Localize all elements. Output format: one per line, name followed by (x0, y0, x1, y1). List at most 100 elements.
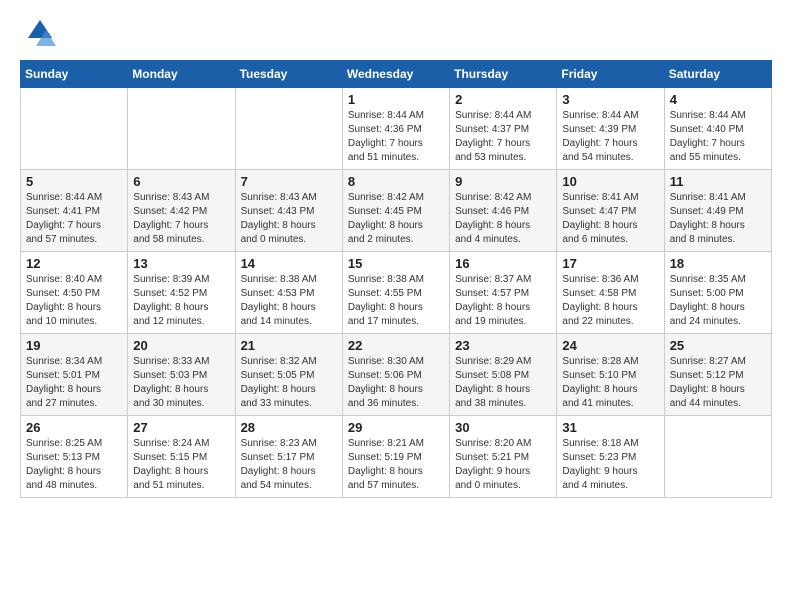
calendar-cell: 31 Sunrise: 8:18 AM Sunset: 5:23 PM Dayli… (557, 416, 664, 498)
week-row: 19 Sunrise: 8:34 AM Sunset: 5:01 PM Dayli… (21, 334, 772, 416)
day-info: Sunrise: 8:21 AM Sunset: 5:19 PM Dayligh… (348, 437, 444, 493)
day-number: 11 (670, 174, 766, 189)
calendar-cell: 3Sunrise: 8:44 AM Sunset: 4:39 PM Daylig… (557, 88, 664, 170)
day-info: Sunrise: 8:35 AM Sunset: 5:00 PM Dayligh… (670, 273, 766, 329)
day-info: Sunrise: 8:41 AM Sunset: 4:47 PM Dayligh… (562, 191, 658, 247)
logo (20, 16, 58, 52)
day-info: Sunrise: 8:24 AM Sunset: 5:15 PM Dayligh… (133, 437, 229, 493)
day-number: 1 (348, 92, 444, 107)
day-info: Sunrise: 8:29 AM Sunset: 5:08 PM Dayligh… (455, 355, 551, 411)
header-row: SundayMondayTuesdayWednesdayThursdayFrid… (21, 61, 772, 88)
weekday-header: Friday (557, 61, 664, 88)
calendar-cell: 4 Sunrise: 8:44 AM Sunset: 4:40 PM Daylig… (664, 88, 771, 170)
calendar-cell: 27 Sunrise: 8:24 AM Sunset: 5:15 PM Dayli… (128, 416, 235, 498)
calendar-cell: 6 Sunrise: 8:43 AM Sunset: 4:42 PM Daylig… (128, 170, 235, 252)
day-number: 6 (133, 174, 229, 189)
day-info: Sunrise: 8:20 AM Sunset: 5:21 PM Dayligh… (455, 437, 551, 493)
calendar-cell: 10 Sunrise: 8:41 AM Sunset: 4:47 PM Dayli… (557, 170, 664, 252)
day-number: 22 (348, 338, 444, 353)
calendar-cell: 12 Sunrise: 8:40 AM Sunset: 4:50 PM Dayli… (21, 252, 128, 334)
day-info: Sunrise: 8:28 AM Sunset: 5:10 PM Dayligh… (562, 355, 658, 411)
day-info: Sunrise: 8:18 AM Sunset: 5:23 PM Dayligh… (562, 437, 658, 493)
weekday-header: Wednesday (342, 61, 449, 88)
day-number: 29 (348, 420, 444, 435)
day-info: Sunrise: 8:44 AM Sunset: 4:37 PM Dayligh… (455, 109, 551, 165)
week-row: 1 Sunrise: 8:44 AM Sunset: 4:36 PM Daylig… (21, 88, 772, 170)
calendar-cell (664, 416, 771, 498)
day-number: 21 (241, 338, 337, 353)
weekday-header: Tuesday (235, 61, 342, 88)
day-number: 27 (133, 420, 229, 435)
day-info: Sunrise: 8:39 AM Sunset: 4:52 PM Dayligh… (133, 273, 229, 329)
day-number: 17 (562, 256, 658, 271)
day-info: Sunrise: 8:25 AM Sunset: 5:13 PM Dayligh… (26, 437, 122, 493)
calendar-cell: 15Sunrise: 8:38 AM Sunset: 4:55 PM Dayli… (342, 252, 449, 334)
day-number: 28 (241, 420, 337, 435)
day-number: 16 (455, 256, 551, 271)
day-info: Sunrise: 8:42 AM Sunset: 4:46 PM Dayligh… (455, 191, 551, 247)
calendar-cell: 13 Sunrise: 8:39 AM Sunset: 4:52 PM Dayli… (128, 252, 235, 334)
day-number: 10 (562, 174, 658, 189)
calendar-cell: 16 Sunrise: 8:37 AM Sunset: 4:57 PM Dayli… (450, 252, 557, 334)
calendar-cell: 9Sunrise: 8:42 AM Sunset: 4:46 PM Daylig… (450, 170, 557, 252)
day-number: 2 (455, 92, 551, 107)
day-info: Sunrise: 8:34 AM Sunset: 5:01 PM Dayligh… (26, 355, 122, 411)
weekday-header: Monday (128, 61, 235, 88)
day-info: Sunrise: 8:43 AM Sunset: 4:42 PM Dayligh… (133, 191, 229, 247)
calendar-cell: 21 Sunrise: 8:32 AM Sunset: 5:05 PM Dayli… (235, 334, 342, 416)
week-row: 5 Sunrise: 8:44 AM Sunset: 4:41 PM Daylig… (21, 170, 772, 252)
calendar-cell: 14Sunrise: 8:38 AM Sunset: 4:53 PM Dayli… (235, 252, 342, 334)
day-number: 12 (26, 256, 122, 271)
day-number: 19 (26, 338, 122, 353)
week-row: 12 Sunrise: 8:40 AM Sunset: 4:50 PM Dayli… (21, 252, 772, 334)
calendar-cell: 24 Sunrise: 8:28 AM Sunset: 5:10 PM Dayli… (557, 334, 664, 416)
day-number: 26 (26, 420, 122, 435)
calendar-cell (235, 88, 342, 170)
day-number: 24 (562, 338, 658, 353)
day-info: Sunrise: 8:44 AM Sunset: 4:40 PM Dayligh… (670, 109, 766, 165)
calendar-cell: 28Sunrise: 8:23 AM Sunset: 5:17 PM Dayli… (235, 416, 342, 498)
day-info: Sunrise: 8:38 AM Sunset: 4:55 PM Dayligh… (348, 273, 444, 329)
calendar-cell: 29 Sunrise: 8:21 AM Sunset: 5:19 PM Dayli… (342, 416, 449, 498)
calendar-cell: 8 Sunrise: 8:42 AM Sunset: 4:45 PM Daylig… (342, 170, 449, 252)
calendar-cell: 17 Sunrise: 8:36 AM Sunset: 4:58 PM Dayli… (557, 252, 664, 334)
day-number: 4 (670, 92, 766, 107)
week-row: 26 Sunrise: 8:25 AM Sunset: 5:13 PM Dayli… (21, 416, 772, 498)
day-number: 13 (133, 256, 229, 271)
logo-icon (20, 16, 56, 52)
day-info: Sunrise: 8:37 AM Sunset: 4:57 PM Dayligh… (455, 273, 551, 329)
calendar-cell: 5 Sunrise: 8:44 AM Sunset: 4:41 PM Daylig… (21, 170, 128, 252)
weekday-header: Sunday (21, 61, 128, 88)
calendar-cell: 26 Sunrise: 8:25 AM Sunset: 5:13 PM Dayli… (21, 416, 128, 498)
calendar-cell: 20 Sunrise: 8:33 AM Sunset: 5:03 PM Dayli… (128, 334, 235, 416)
day-number: 18 (670, 256, 766, 271)
day-number: 5 (26, 174, 122, 189)
calendar-cell: 1 Sunrise: 8:44 AM Sunset: 4:36 PM Daylig… (342, 88, 449, 170)
weekday-header: Saturday (664, 61, 771, 88)
calendar-cell (21, 88, 128, 170)
day-info: Sunrise: 8:44 AM Sunset: 4:39 PM Dayligh… (562, 109, 658, 165)
day-number: 31 (562, 420, 658, 435)
day-info: Sunrise: 8:32 AM Sunset: 5:05 PM Dayligh… (241, 355, 337, 411)
calendar-cell: 25Sunrise: 8:27 AM Sunset: 5:12 PM Dayli… (664, 334, 771, 416)
day-number: 30 (455, 420, 551, 435)
calendar-cell: 18 Sunrise: 8:35 AM Sunset: 5:00 PM Dayli… (664, 252, 771, 334)
day-number: 23 (455, 338, 551, 353)
day-info: Sunrise: 8:43 AM Sunset: 4:43 PM Dayligh… (241, 191, 337, 247)
day-info: Sunrise: 8:41 AM Sunset: 4:49 PM Dayligh… (670, 191, 766, 247)
day-number: 20 (133, 338, 229, 353)
day-number: 7 (241, 174, 337, 189)
calendar-table: SundayMondayTuesdayWednesdayThursdayFrid… (20, 60, 772, 498)
day-info: Sunrise: 8:44 AM Sunset: 4:41 PM Dayligh… (26, 191, 122, 247)
day-info: Sunrise: 8:36 AM Sunset: 4:58 PM Dayligh… (562, 273, 658, 329)
day-info: Sunrise: 8:40 AM Sunset: 4:50 PM Dayligh… (26, 273, 122, 329)
day-info: Sunrise: 8:33 AM Sunset: 5:03 PM Dayligh… (133, 355, 229, 411)
day-number: 8 (348, 174, 444, 189)
day-info: Sunrise: 8:44 AM Sunset: 4:36 PM Dayligh… (348, 109, 444, 165)
page: SundayMondayTuesdayWednesdayThursdayFrid… (0, 0, 792, 514)
header (20, 16, 772, 52)
day-info: Sunrise: 8:42 AM Sunset: 4:45 PM Dayligh… (348, 191, 444, 247)
day-info: Sunrise: 8:38 AM Sunset: 4:53 PM Dayligh… (241, 273, 337, 329)
weekday-header: Thursday (450, 61, 557, 88)
calendar-cell: 7 Sunrise: 8:43 AM Sunset: 4:43 PM Daylig… (235, 170, 342, 252)
